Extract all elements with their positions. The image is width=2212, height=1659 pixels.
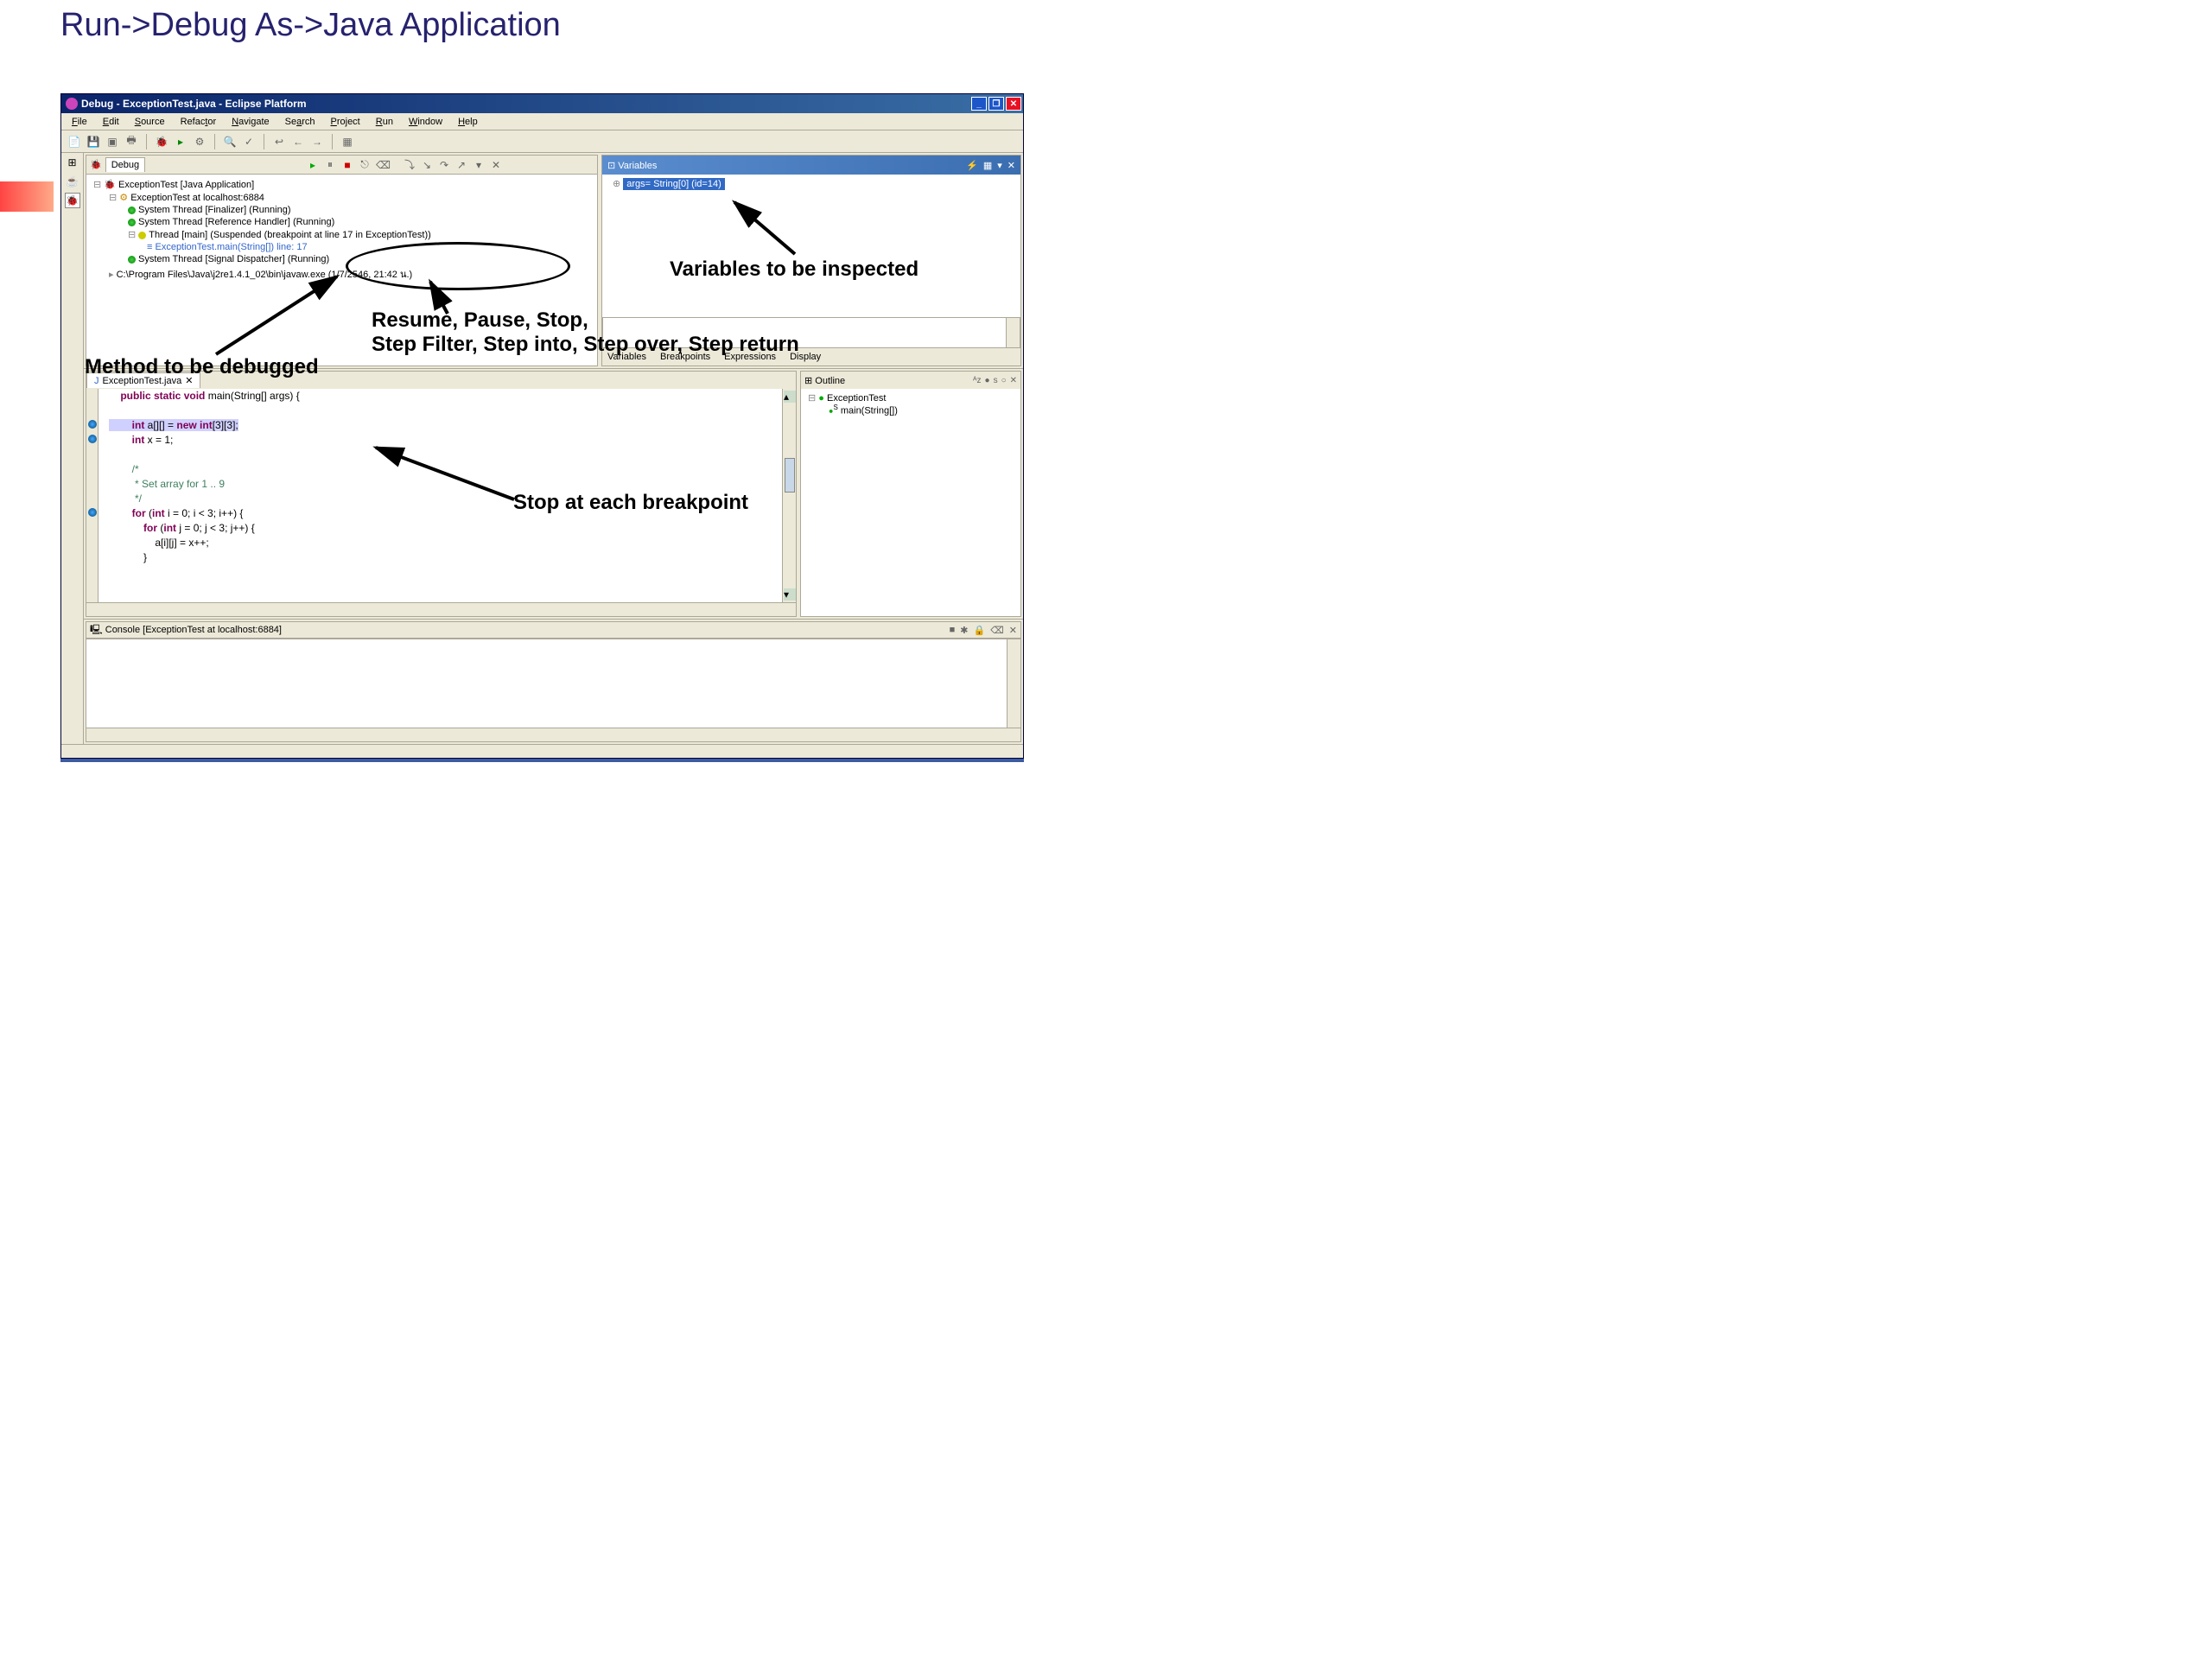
- resume-icon[interactable]: ▸: [307, 159, 319, 171]
- breakpoint-marker[interactable]: [88, 435, 97, 443]
- outline-tree[interactable]: ⊟ ● ExceptionTest ●S main(String[]): [801, 389, 1020, 420]
- close-button[interactable]: ✕: [1006, 97, 1021, 111]
- menubar: File Edit Source Refactor Navigate Searc…: [61, 113, 1023, 130]
- annotation-ellipse: [346, 242, 570, 290]
- drop-frame-icon[interactable]: ▾: [473, 159, 485, 171]
- var-close-icon[interactable]: ✕: [1007, 160, 1015, 171]
- hide-fields-icon[interactable]: ●: [985, 376, 990, 385]
- forward-icon[interactable]: →: [309, 134, 325, 149]
- step-filter-icon[interactable]: ⤵: [404, 157, 416, 172]
- ext-tools-icon[interactable]: ⚙: [192, 134, 207, 149]
- perspective-bar: ⊞ ☕ 🐞: [61, 153, 84, 758]
- var-tree-icon[interactable]: ▦: [983, 160, 992, 171]
- open-perspective-icon[interactable]: ⊞: [65, 155, 80, 170]
- annotation-stepfilter: Step Filter, Step into, Step over, Step …: [372, 333, 799, 357]
- debug-view-title: Debug: [105, 157, 145, 172]
- var-toggle-icon[interactable]: ⚡: [966, 160, 978, 171]
- menu-edit[interactable]: Edit: [96, 115, 126, 129]
- accent-bar: [0, 181, 54, 212]
- back-icon[interactable]: ←: [290, 134, 306, 149]
- var-menu-icon[interactable]: ▾: [997, 160, 1002, 171]
- menu-project[interactable]: Project: [324, 115, 367, 129]
- java-perspective-icon[interactable]: ☕: [65, 174, 80, 189]
- menu-source[interactable]: Source: [128, 115, 172, 129]
- console-clear-icon[interactable]: ⌫: [990, 625, 1004, 636]
- menu-file[interactable]: File: [65, 115, 94, 129]
- arrow-variables: [726, 194, 804, 263]
- console-terminate-icon[interactable]: ■: [950, 625, 956, 636]
- arrow-method: [207, 268, 354, 363]
- scroll-down-icon[interactable]: ▾: [784, 588, 796, 601]
- console-lock-icon[interactable]: 🔒: [974, 625, 986, 636]
- search-icon[interactable]: ✓: [241, 134, 257, 149]
- save-all-icon[interactable]: ▣: [105, 134, 120, 149]
- sort-icon[interactable]: ᴬz: [973, 376, 982, 385]
- last-edit-icon[interactable]: ↩: [271, 134, 287, 149]
- variables-title: Variables: [618, 161, 657, 171]
- tree-thread: System Thread [Finalizer] (Running): [90, 204, 594, 216]
- debug-perspective-icon[interactable]: 🐞: [65, 193, 80, 208]
- menu-window[interactable]: Window: [402, 115, 449, 129]
- console-remove-icon[interactable]: ✱: [960, 625, 968, 636]
- variables-icon: ⊡: [607, 161, 615, 171]
- editor-hscroll[interactable]: [86, 602, 796, 616]
- open-type-icon[interactable]: 🔍: [222, 134, 238, 149]
- tree-thread-suspended: ⊟ Thread [main] (Suspended (breakpoint a…: [90, 228, 594, 241]
- menu-refactor[interactable]: Refactor: [174, 115, 224, 129]
- breakpoint-marker[interactable]: [88, 420, 97, 429]
- step-return-icon[interactable]: ↗: [455, 159, 467, 171]
- tree-thread: System Thread [Reference Handler] (Runni…: [90, 216, 594, 228]
- variable-args: args= String[0] (id=14): [623, 178, 724, 190]
- console-close-icon[interactable]: ✕: [1009, 625, 1017, 636]
- hide-local-icon[interactable]: ○: [1001, 376, 1007, 385]
- disconnect-icon[interactable]: ⎋: [359, 158, 371, 171]
- annotation-method: Method to be debugged: [85, 355, 319, 379]
- main-toolbar: 📄 💾 ▣ 🖶 🐞 ▸ ⚙ 🔍 ✓ ↩ ← → ▦: [61, 130, 1023, 153]
- maximize-button[interactable]: ❐: [988, 97, 1004, 111]
- run-icon[interactable]: ▸: [173, 134, 188, 149]
- outline-title: Outline: [815, 376, 845, 386]
- tree-app: ⊟ 🐞 ExceptionTest [Java Application]: [90, 178, 594, 191]
- hide-static-icon[interactable]: s: [994, 376, 998, 385]
- scroll-thumb[interactable]: [785, 458, 795, 493]
- menu-navigate[interactable]: Navigate: [225, 115, 276, 129]
- scroll-up-icon[interactable]: ▴: [784, 391, 796, 403]
- console-body[interactable]: [86, 639, 1021, 742]
- menu-help[interactable]: Help: [451, 115, 485, 129]
- console-title: Console [ExceptionTest at localhost:6884…: [105, 625, 282, 635]
- new-icon[interactable]: 📄: [67, 134, 82, 149]
- remove-icon[interactable]: ⌫: [376, 159, 388, 171]
- window-title: Debug - ExceptionTest.java - Eclipse Pla…: [81, 98, 307, 110]
- eclipse-window: Debug - ExceptionTest.java - Eclipse Pla…: [60, 93, 1024, 759]
- title-bar: Debug - ExceptionTest.java - Eclipse Pla…: [61, 94, 1023, 113]
- tree-target: ⊟ ⚙ ExceptionTest at localhost:6884: [90, 191, 594, 204]
- console-row: 🖳 Console [ExceptionTest at localhost:68…: [84, 620, 1023, 758]
- variables-content[interactable]: ⊕ args= String[0] (id=14): [602, 175, 1020, 317]
- debug-icon[interactable]: 🐞: [154, 134, 169, 149]
- bottom-accent: [60, 759, 1024, 762]
- toggle-icon[interactable]: ▦: [340, 134, 355, 149]
- terminate-icon[interactable]: ■: [341, 159, 353, 171]
- annotation-variables: Variables to be inspected: [670, 257, 918, 282]
- debug-toolbar: ▸ ⏸ ■ ⎋ ⌫ ⤵ ↘ ↷ ↗ ▾ ✕: [307, 157, 502, 172]
- step-into-icon[interactable]: ↘: [421, 159, 433, 171]
- arrow-stop: [367, 439, 523, 508]
- save-icon[interactable]: 💾: [86, 134, 101, 149]
- annotation-resume: Resume, Pause, Stop,: [372, 308, 588, 333]
- step-over-icon[interactable]: ↷: [438, 159, 450, 171]
- print-icon[interactable]: 🖶: [124, 134, 139, 149]
- annotation-stop: Stop at each breakpoint: [513, 491, 748, 515]
- outline-view: ⊞ Outline ᴬz ● s ○ ✕ ⊟ ● ExceptionTest ●…: [800, 371, 1021, 617]
- debug-close-icon[interactable]: ✕: [490, 159, 502, 171]
- menu-run[interactable]: Run: [369, 115, 400, 129]
- outline-close-icon[interactable]: ✕: [1010, 376, 1017, 385]
- eclipse-icon: [66, 98, 78, 110]
- slide-title: Run->Debug As->Java Application: [60, 7, 561, 44]
- outline-icon: ⊞: [804, 376, 812, 386]
- menu-search[interactable]: Search: [278, 115, 322, 129]
- console-icon: 🖳: [90, 625, 103, 635]
- suspend-icon[interactable]: ⏸: [324, 158, 336, 171]
- breakpoint-marker[interactable]: [88, 508, 97, 517]
- minimize-button[interactable]: _: [971, 97, 987, 111]
